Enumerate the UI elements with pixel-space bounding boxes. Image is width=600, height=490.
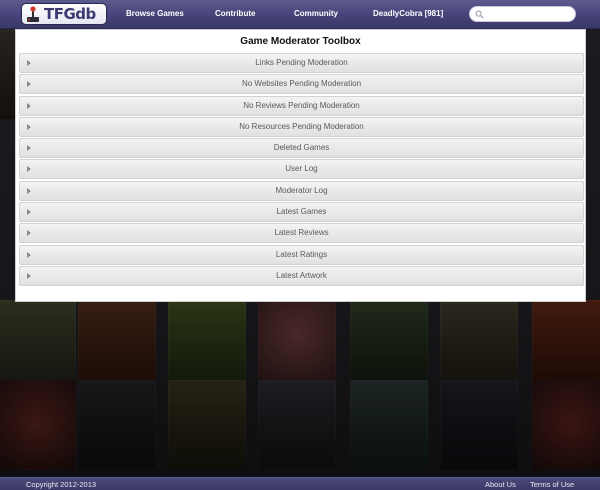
accordion-item-links-pending[interactable]: Links Pending Moderation [19, 53, 584, 73]
accordion-item-label: No Resources Pending Moderation [239, 121, 364, 131]
accordion-item-label: Moderator Log [275, 185, 328, 195]
accordion-item-latest-games[interactable]: Latest Games [19, 202, 584, 223]
nav-community[interactable]: Community [294, 9, 338, 18]
toolbox-accordion: Links Pending Moderation No Websites Pen… [19, 53, 584, 287]
accordion-item-label: Latest Reviews [274, 228, 329, 238]
accordion-item-latest-ratings[interactable]: Latest Ratings [19, 244, 584, 265]
accordion-item-label: No Reviews Pending Moderation [243, 100, 360, 110]
site-logo[interactable]: TFGdb [21, 3, 107, 25]
accordion-item-label: Links Pending Moderation [255, 58, 348, 67]
accordion-item-resources-pending[interactable]: No Resources Pending Moderation [19, 116, 584, 137]
search-input[interactable] [469, 6, 576, 22]
accordion-item-latest-artwork[interactable]: Latest Artwork [19, 265, 584, 286]
nav-contribute[interactable]: Contribute [215, 9, 255, 18]
search-icon [475, 10, 484, 19]
accordion-item-label: User Log [285, 164, 318, 174]
moderator-toolbox-panel: Game Moderator Toolbox Links Pending Mod… [15, 29, 586, 302]
site-footer: Copyright 2012-2013 About Us Terms of Us… [0, 477, 600, 490]
accordion-item-label: Latest Ratings [275, 249, 328, 259]
about-us-link[interactable]: About Us [485, 480, 516, 489]
accordion-item-label: Deleted Games [273, 143, 330, 153]
accordion-item-user-log[interactable]: User Log [19, 159, 584, 180]
nav-user-account[interactable]: DeadlyCobra [981] [373, 9, 443, 18]
accordion-item-label: Latest Artwork [276, 270, 327, 280]
copyright-text: Copyright 2012-2013 [26, 480, 97, 489]
accordion-item-reviews-pending[interactable]: No Reviews Pending Moderation [19, 95, 584, 116]
nav-browse-games[interactable]: Browse Games [126, 9, 184, 18]
accordion-item-label: Latest Games [276, 207, 327, 217]
accordion-item-deleted-games[interactable]: Deleted Games [19, 138, 584, 159]
accordion-item-moderator-log[interactable]: Moderator Log [19, 180, 584, 201]
accordion-item-label: No Websites Pending Moderation [241, 79, 362, 89]
joystick-icon [27, 6, 39, 22]
page-title: Game Moderator Toolbox [240, 36, 361, 47]
logo-text: TFGdb [44, 5, 96, 23]
terms-of-use-link[interactable]: Terms of Use [530, 480, 574, 489]
accordion-item-latest-reviews[interactable]: Latest Reviews [19, 223, 584, 244]
accordion-item-websites-pending[interactable]: No Websites Pending Moderation [19, 74, 584, 95]
site-header: TFGdb Browse Games Contribute Community … [0, 0, 600, 29]
